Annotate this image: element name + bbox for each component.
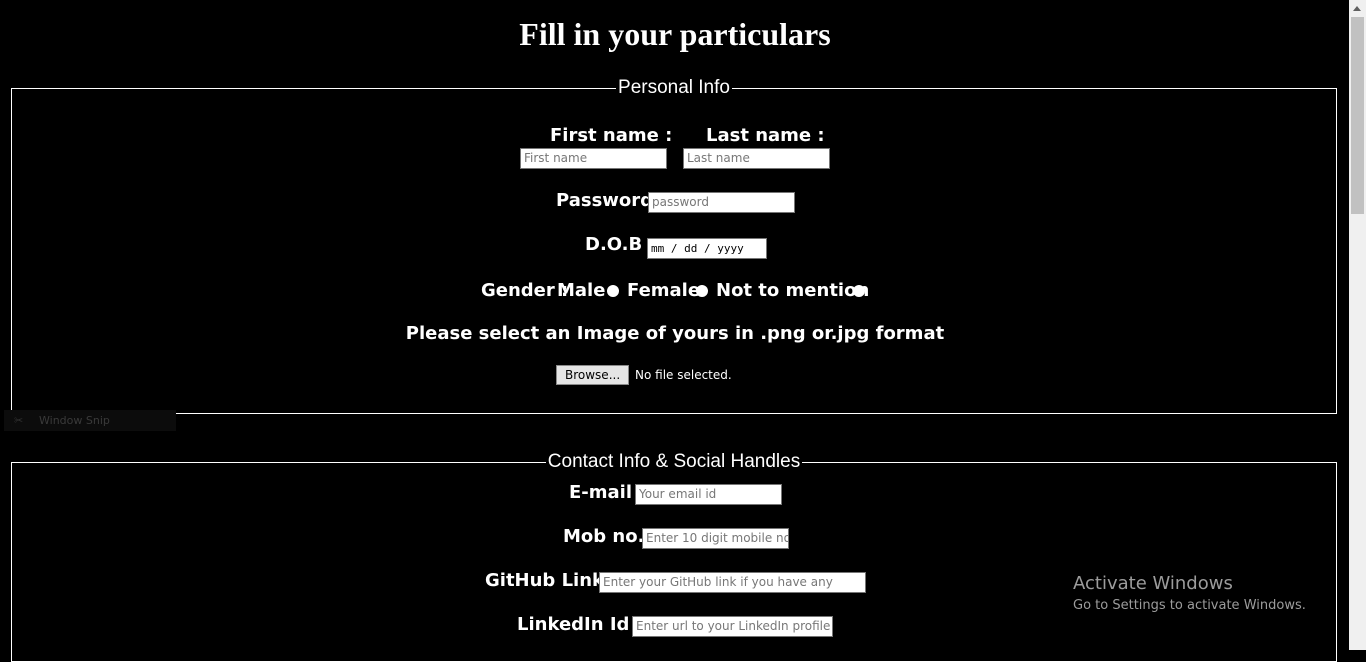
image-prompt: Please select an Image of yours in .png … (405, 323, 945, 344)
email-label: E-mail : (569, 482, 646, 503)
contact-info-fieldset: Contact Info & Social Handles E-mail : Y… (11, 451, 1337, 662)
dob-date-input[interactable]: mm / dd / yyyy (647, 238, 767, 259)
snip-icon: ✂ (14, 414, 24, 427)
scroll-up-arrow-icon[interactable] (1353, 6, 1361, 11)
linkedin-label: LinkedIn Id : (517, 614, 643, 635)
mobile-input[interactable]: Enter 10 digit mobile no. (642, 528, 789, 549)
contact-info-legend: Contact Info & Social Handles (545, 451, 803, 472)
gender-not-to-mention-label: Not to mention (716, 280, 870, 301)
gender-male-label: Male (557, 280, 606, 301)
activate-windows-watermark: Activate Windows Go to Settings to activ… (1073, 573, 1306, 617)
activate-windows-subtitle: Go to Settings to activate Windows. (1073, 598, 1306, 613)
personal-info-legend: Personal Info (616, 77, 732, 98)
gender-not-to-mention-radio[interactable] (853, 285, 865, 297)
last-name-input[interactable]: Last name (683, 148, 830, 169)
personal-info-fieldset: Personal Info First name : First name La… (11, 77, 1337, 414)
gender-label: Gender : (481, 280, 569, 301)
linkedin-input[interactable]: Enter url to your LinkedIn profile (632, 616, 833, 637)
window-snip-overlay[interactable]: ✂ Window Snip (4, 410, 176, 431)
dob-label: D.O.B : (585, 234, 656, 255)
page-title: Fill in your particulars (519, 16, 831, 52)
file-status-text: No file selected. (635, 368, 732, 382)
first-name-label: First name : (550, 125, 673, 146)
github-label: GitHub Link : (485, 570, 618, 591)
activate-windows-title: Activate Windows (1073, 573, 1233, 594)
email-input[interactable]: Your email id (635, 484, 782, 505)
gender-female-label: Female (627, 280, 701, 301)
scroll-thumb[interactable] (1351, 17, 1364, 214)
first-name-input[interactable]: First name (520, 148, 667, 169)
browse-button[interactable]: Browse... (556, 365, 630, 385)
last-name-label: Last name : (706, 125, 825, 146)
github-input[interactable]: Enter your GitHub link if you have any (599, 572, 866, 593)
gender-male-radio[interactable] (607, 285, 619, 297)
window-snip-label: Window Snip (39, 414, 110, 427)
vertical-scrollbar[interactable] (1349, 0, 1366, 650)
gender-female-radio[interactable] (696, 285, 708, 297)
password-input[interactable]: password (648, 192, 795, 213)
